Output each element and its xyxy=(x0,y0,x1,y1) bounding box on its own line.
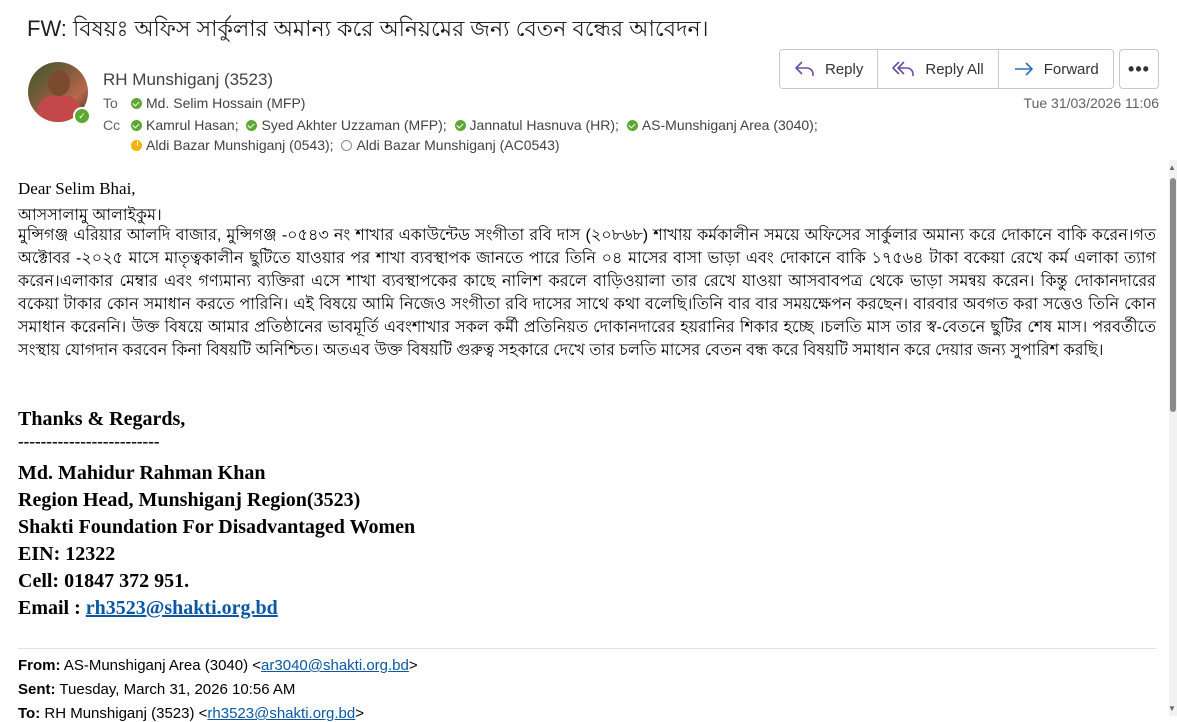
signature-email-link[interactable]: rh3523@shakti.org.bd xyxy=(86,597,278,619)
from-email-link[interactable]: ar3040@shakti.org.bd xyxy=(261,657,409,674)
signature-org: Shakti Foundation For Disadvantaged Wome… xyxy=(18,516,416,538)
to-label-fw: To: xyxy=(18,705,41,722)
presence-available-icon xyxy=(454,120,466,131)
to-label: To xyxy=(103,95,118,111)
presence-available-icon xyxy=(626,120,638,131)
presence-available-icon xyxy=(131,98,142,109)
from-close: > xyxy=(408,657,418,674)
reply-icon xyxy=(795,61,814,76)
from-name: AS-Munshiganj Area (3040) < xyxy=(63,657,262,674)
to-recipient[interactable]: Md. Selim Hossain (MFP) xyxy=(131,95,305,111)
cc-recipient[interactable]: Kamrul Hasan; xyxy=(146,117,239,133)
more-icon: ••• xyxy=(1128,58,1150,79)
sent-label: Sent: xyxy=(18,681,56,698)
to-email-link[interactable]: rh3523@shakti.org.bd xyxy=(207,705,355,722)
reply-label: Reply xyxy=(825,60,864,78)
message-action-toolbar: Reply Reply All Forward xyxy=(779,49,1114,89)
to-name-fw: RH Munshiganj (3523) < xyxy=(44,705,208,722)
presence-available-icon xyxy=(246,120,258,131)
from-label: From: xyxy=(18,657,61,674)
presence-offline-icon xyxy=(341,140,353,151)
cc-label: Cc xyxy=(103,117,121,133)
cc-recipient[interactable]: Jannatul Hasnuva (HR); xyxy=(470,117,619,133)
reply-all-label: Reply All xyxy=(925,60,984,78)
message-date: Tue 31/03/2026 11:06 xyxy=(1023,95,1159,111)
reply-all-button[interactable]: Reply All xyxy=(878,50,999,88)
forwarded-from: From: AS-Munshiganj Area (3040) <ar3040@… xyxy=(18,657,418,674)
cc-line-1: Kamrul Hasan; Syed Akhter Uzzaman (MFP);… xyxy=(131,117,822,133)
cc-recipient[interactable]: Aldi Bazar Munshiganj (AC0543) xyxy=(356,137,559,153)
signature-cell: Cell: 01847 372 951. xyxy=(18,570,190,592)
cc-line-2: Aldi Bazar Munshiganj (0543); Aldi Bazar… xyxy=(131,137,564,153)
presence-away-icon xyxy=(131,140,142,151)
forwarded-sent: Sent: Tuesday, March 31, 2026 10:56 AM xyxy=(18,681,295,698)
signature-thanks: Thanks & Regards, xyxy=(18,408,186,430)
forward-icon xyxy=(1014,62,1033,76)
forward-label: Forward xyxy=(1043,60,1099,78)
email-label: Email : xyxy=(18,597,86,619)
signature-divider: ------------------------- xyxy=(18,432,160,451)
to-close: > xyxy=(355,705,364,722)
presence-available-icon xyxy=(131,120,142,131)
forwarded-to: To: RH Munshiganj (3523) <rh3523@shakti.… xyxy=(18,705,364,722)
more-actions-button[interactable]: ••• xyxy=(1119,49,1159,89)
forward-divider xyxy=(18,648,1156,649)
greeting: Dear Selim Bhai, xyxy=(18,179,136,198)
email-subject: FW: বিষয়ঃ অফিস সার্কুলার অমান্য করে অনি… xyxy=(27,16,709,41)
reply-all-icon xyxy=(892,61,915,76)
scroll-down-icon[interactable]: ▼ xyxy=(1168,704,1176,713)
presence-available-icon: ✓ xyxy=(73,107,91,125)
recipient-name[interactable]: Md. Selim Hossain (MFP) xyxy=(146,95,305,111)
scroll-up-icon[interactable]: ▲ xyxy=(1168,163,1176,172)
body-paragraph: মুন্সিগঞ্জ এরিয়ার আলদি বাজার, মুন্সিগঞ্… xyxy=(18,227,1156,359)
sent-value: Tuesday, March 31, 2026 10:56 AM xyxy=(59,681,296,698)
signature-ein: EIN: 12322 xyxy=(18,543,116,565)
signature-title: Region Head, Munshiganj Region(3523) xyxy=(18,489,361,511)
cc-recipient[interactable]: Aldi Bazar Munshiganj (0543); xyxy=(146,137,334,153)
forward-button[interactable]: Forward xyxy=(998,50,1113,88)
reply-button[interactable]: Reply xyxy=(780,50,879,88)
scrollbar-thumb[interactable] xyxy=(1170,178,1176,412)
signature-name: Md. Mahidur Rahman Khan xyxy=(18,462,266,484)
cc-recipient[interactable]: Syed Akhter Uzzaman (MFP); xyxy=(261,117,446,133)
cc-recipient[interactable]: AS-Munshiganj Area (3040); xyxy=(642,117,818,133)
signature-email-line: Email : rh3523@shakti.org.bd xyxy=(18,597,278,620)
sender-name[interactable]: RH Munshiganj (3523) xyxy=(103,70,273,90)
